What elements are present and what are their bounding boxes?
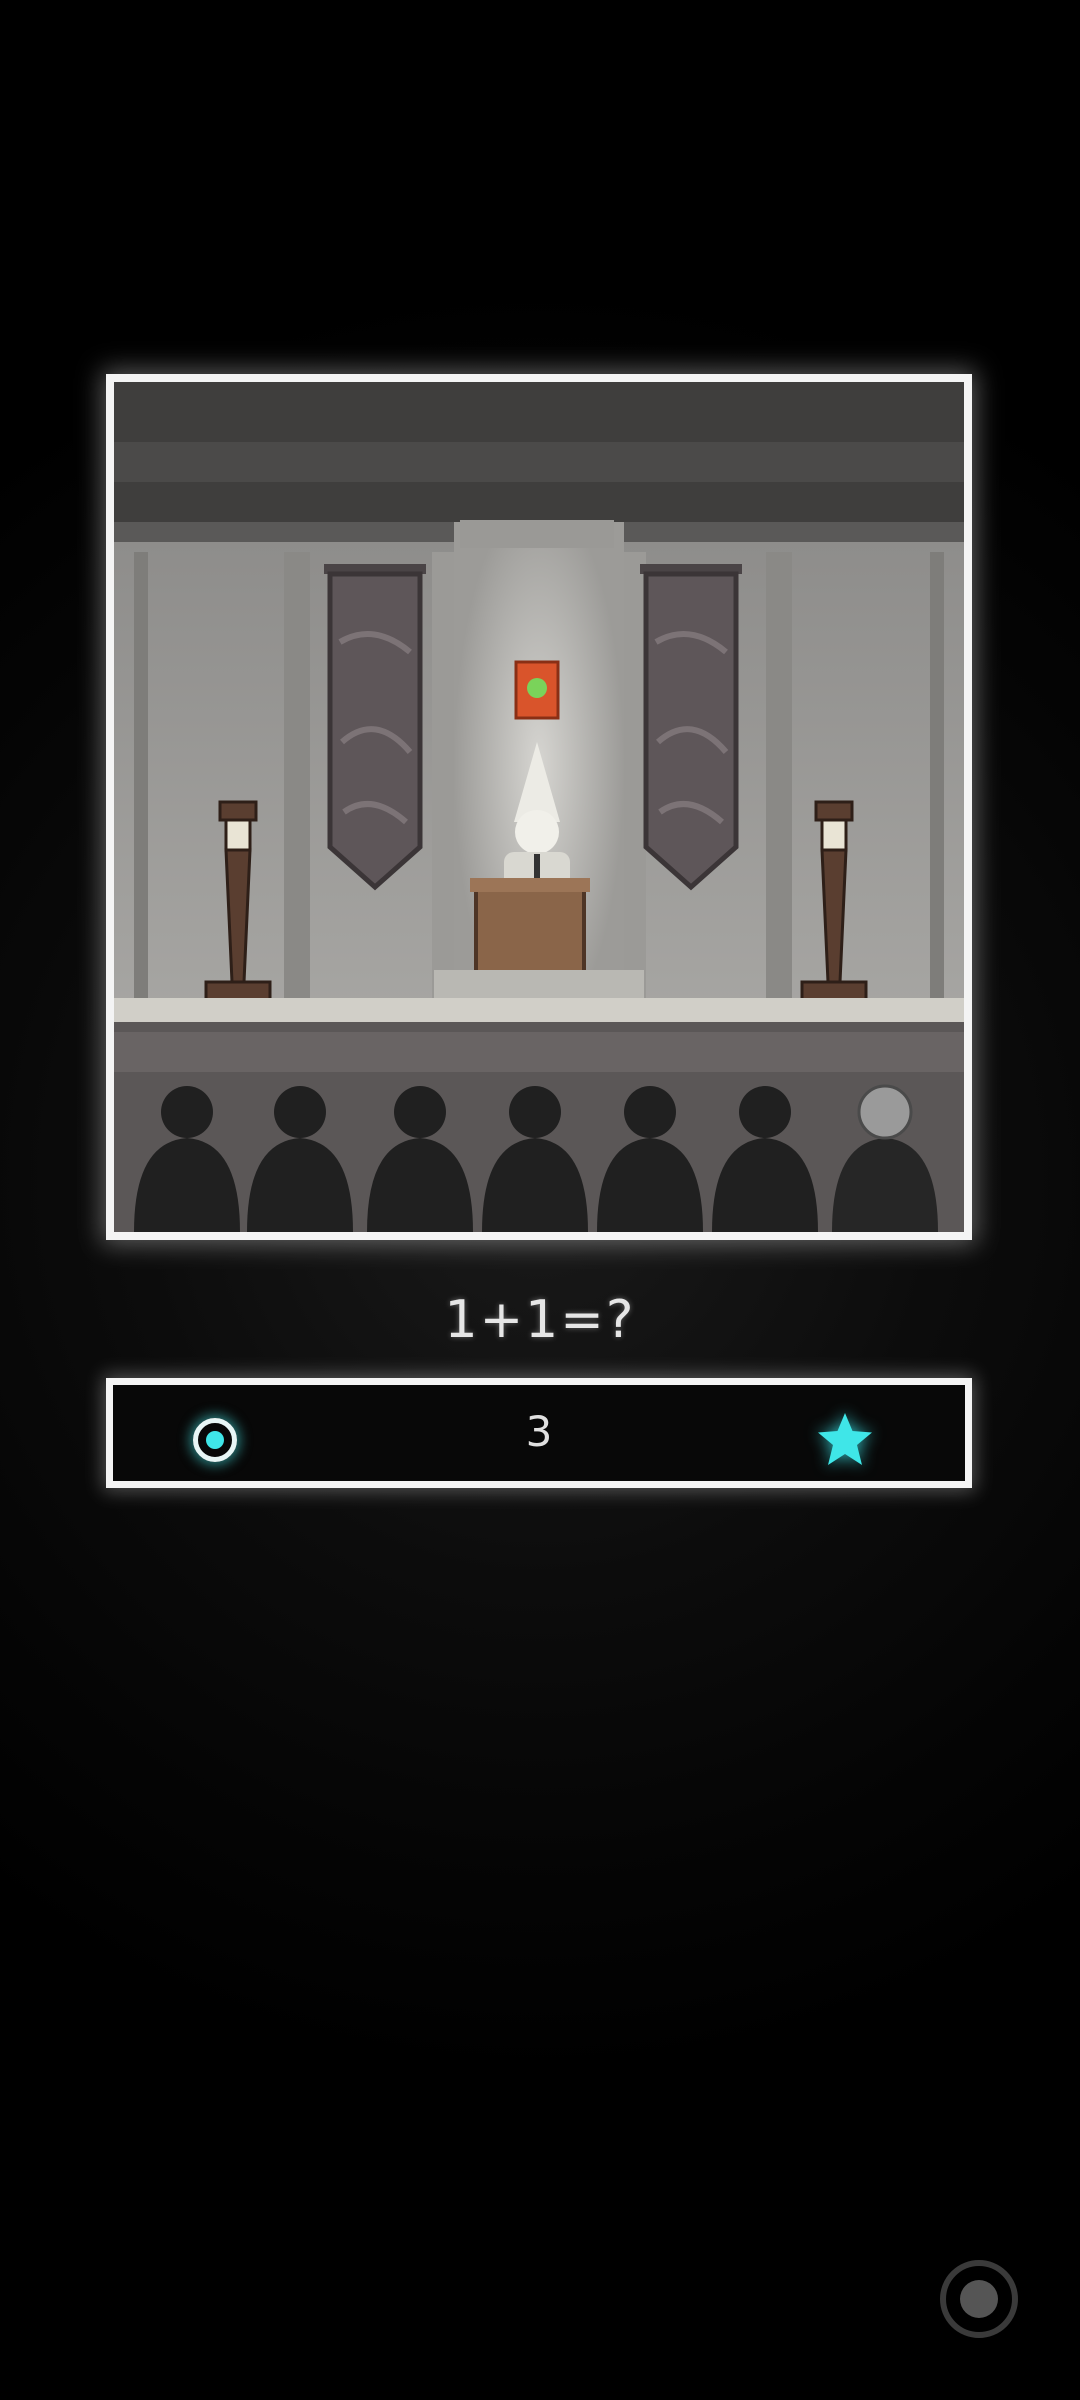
record-button-icon[interactable] [940, 2260, 1018, 2338]
answer-input-box[interactable]: 3 [106, 1378, 972, 1488]
courtroom-scene-image [114, 382, 964, 1232]
scene-illustration [106, 374, 972, 1240]
question-text: 1+1=? [444, 1290, 636, 1350]
star-icon[interactable] [815, 1411, 875, 1467]
